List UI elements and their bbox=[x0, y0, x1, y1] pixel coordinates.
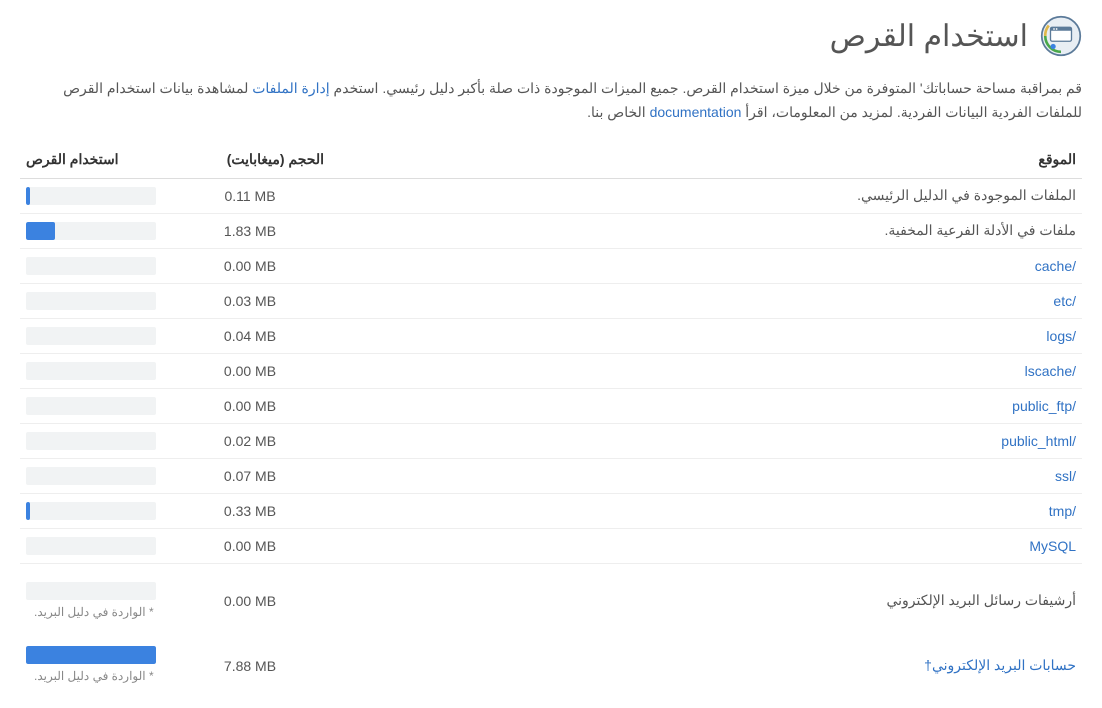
location-link[interactable]: etc/ bbox=[1053, 293, 1076, 309]
cell-location: etc/ bbox=[330, 283, 1082, 318]
cell-size: 0.00 MB bbox=[170, 248, 330, 283]
table-row: ssl/0.07 MB bbox=[20, 458, 1082, 493]
location-link[interactable]: tmp/ bbox=[1049, 503, 1076, 519]
usage-note: * الواردة في دليل البريد. bbox=[34, 604, 164, 621]
usage-bar bbox=[26, 646, 156, 664]
cell-location: cache/ bbox=[330, 248, 1082, 283]
cell-size: 0.02 MB bbox=[170, 423, 330, 458]
col-header-size: الحجم (ميغابايت) bbox=[170, 143, 330, 179]
cell-location: ssl/ bbox=[330, 458, 1082, 493]
table-row: أرشيفات رسائل البريد الإلكتروني0.00 MB * … bbox=[20, 563, 1082, 628]
location-link[interactable]: logs/ bbox=[1046, 328, 1076, 344]
page-header: استخدام القرص bbox=[20, 15, 1082, 57]
cell-location: الملفات الموجودة في الدليل الرئيسي. bbox=[330, 178, 1082, 213]
cell-size: 0.00 MB bbox=[170, 353, 330, 388]
page-description: قم بمراقبة مساحة حساباتك' المتوفرة من خل… bbox=[20, 77, 1082, 125]
cell-usage bbox=[20, 353, 170, 388]
usage-bar-fill bbox=[26, 502, 30, 520]
table-row: lscache/0.00 MB bbox=[20, 353, 1082, 388]
disk-usage-icon bbox=[1040, 15, 1082, 57]
cell-usage bbox=[20, 248, 170, 283]
table-row: الملفات الموجودة في الدليل الرئيسي.0.11 … bbox=[20, 178, 1082, 213]
table-row: public_html/0.02 MB bbox=[20, 423, 1082, 458]
cell-usage bbox=[20, 388, 170, 423]
disk-usage-table: الموقع الحجم (ميغابايت) استخدام القرص ال… bbox=[20, 143, 1082, 694]
cell-location: ملفات في الأدلة الفرعية المخفية. bbox=[330, 213, 1082, 248]
location-link[interactable]: lscache/ bbox=[1025, 363, 1076, 379]
cell-location: public_html/ bbox=[330, 423, 1082, 458]
usage-bar-fill bbox=[26, 646, 156, 664]
cell-location: lscache/ bbox=[330, 353, 1082, 388]
usage-bar bbox=[26, 582, 156, 600]
table-row: tmp/0.33 MB bbox=[20, 493, 1082, 528]
col-header-location: الموقع bbox=[330, 143, 1082, 179]
usage-bar bbox=[26, 502, 156, 520]
usage-bar bbox=[26, 467, 156, 485]
suffix-marker: † bbox=[924, 657, 932, 673]
usage-bar bbox=[26, 257, 156, 275]
cell-usage bbox=[20, 318, 170, 353]
page-title: استخدام القرص bbox=[830, 19, 1028, 54]
cell-size: 0.07 MB bbox=[170, 458, 330, 493]
file-manager-link[interactable]: إدارة الملفات bbox=[252, 80, 329, 96]
usage-bar bbox=[26, 222, 156, 240]
cell-usage bbox=[20, 423, 170, 458]
location-link[interactable]: public_ftp/ bbox=[1012, 398, 1076, 414]
location-link[interactable]: public_html/ bbox=[1001, 433, 1076, 449]
table-row: MySQL 0.00 MB bbox=[20, 528, 1082, 563]
cell-usage bbox=[20, 458, 170, 493]
col-header-usage: استخدام القرص bbox=[20, 143, 170, 179]
cell-usage: * الواردة في دليل البريد. bbox=[20, 563, 170, 628]
cell-size: 0.11 MB bbox=[170, 178, 330, 213]
usage-bar bbox=[26, 327, 156, 345]
usage-bar bbox=[26, 292, 156, 310]
cell-usage bbox=[20, 213, 170, 248]
table-row: cache/0.00 MB bbox=[20, 248, 1082, 283]
cell-size: 0.00 MB bbox=[170, 528, 330, 563]
table-header-row: الموقع الحجم (ميغابايت) استخدام القرص bbox=[20, 143, 1082, 179]
cell-size: 0.03 MB bbox=[170, 283, 330, 318]
cell-location: tmp/ bbox=[330, 493, 1082, 528]
cell-size: 0.04 MB bbox=[170, 318, 330, 353]
cell-usage bbox=[20, 528, 170, 563]
usage-bar-fill bbox=[26, 222, 55, 240]
cell-size: 0.00 MB bbox=[170, 563, 330, 628]
table-row: etc/0.03 MB bbox=[20, 283, 1082, 318]
cell-location: logs/ bbox=[330, 318, 1082, 353]
desc-text-1: قم بمراقبة مساحة حساباتك' المتوفرة من خل… bbox=[330, 80, 1082, 96]
cell-size: 0.00 MB bbox=[170, 388, 330, 423]
usage-bar-fill bbox=[26, 187, 30, 205]
cell-size: 0.33 MB bbox=[170, 493, 330, 528]
location-link[interactable]: cache/ bbox=[1035, 258, 1076, 274]
usage-note: * الواردة في دليل البريد. bbox=[34, 668, 164, 685]
cell-size: 7.88 MB bbox=[170, 628, 330, 693]
cell-location: public_ftp/ bbox=[330, 388, 1082, 423]
table-row: حسابات البريد الإلكتروني†7.88 MB* الوارد… bbox=[20, 628, 1082, 693]
usage-bar bbox=[26, 397, 156, 415]
cell-usage bbox=[20, 283, 170, 318]
usage-bar bbox=[26, 537, 156, 555]
table-row: ملفات في الأدلة الفرعية المخفية.1.83 MB bbox=[20, 213, 1082, 248]
table-row: public_ftp/0.00 MB bbox=[20, 388, 1082, 423]
location-link[interactable]: حسابات البريد الإلكتروني bbox=[932, 657, 1076, 673]
desc-text-3: الخاص بنا. bbox=[587, 104, 649, 120]
documentation-link[interactable]: documentation bbox=[650, 104, 742, 120]
usage-bar bbox=[26, 187, 156, 205]
usage-bar bbox=[26, 362, 156, 380]
cell-location: MySQL bbox=[330, 528, 1082, 563]
location-link[interactable]: MySQL bbox=[1029, 538, 1076, 554]
cell-size: 1.83 MB bbox=[170, 213, 330, 248]
cell-location: حسابات البريد الإلكتروني† bbox=[330, 628, 1082, 693]
cell-usage: * الواردة في دليل البريد. bbox=[20, 628, 170, 693]
table-row: logs/0.04 MB bbox=[20, 318, 1082, 353]
location-link[interactable]: ssl/ bbox=[1055, 468, 1076, 484]
cell-usage bbox=[20, 493, 170, 528]
usage-bar bbox=[26, 432, 156, 450]
cell-location: أرشيفات رسائل البريد الإلكتروني bbox=[330, 563, 1082, 628]
cell-usage bbox=[20, 178, 170, 213]
